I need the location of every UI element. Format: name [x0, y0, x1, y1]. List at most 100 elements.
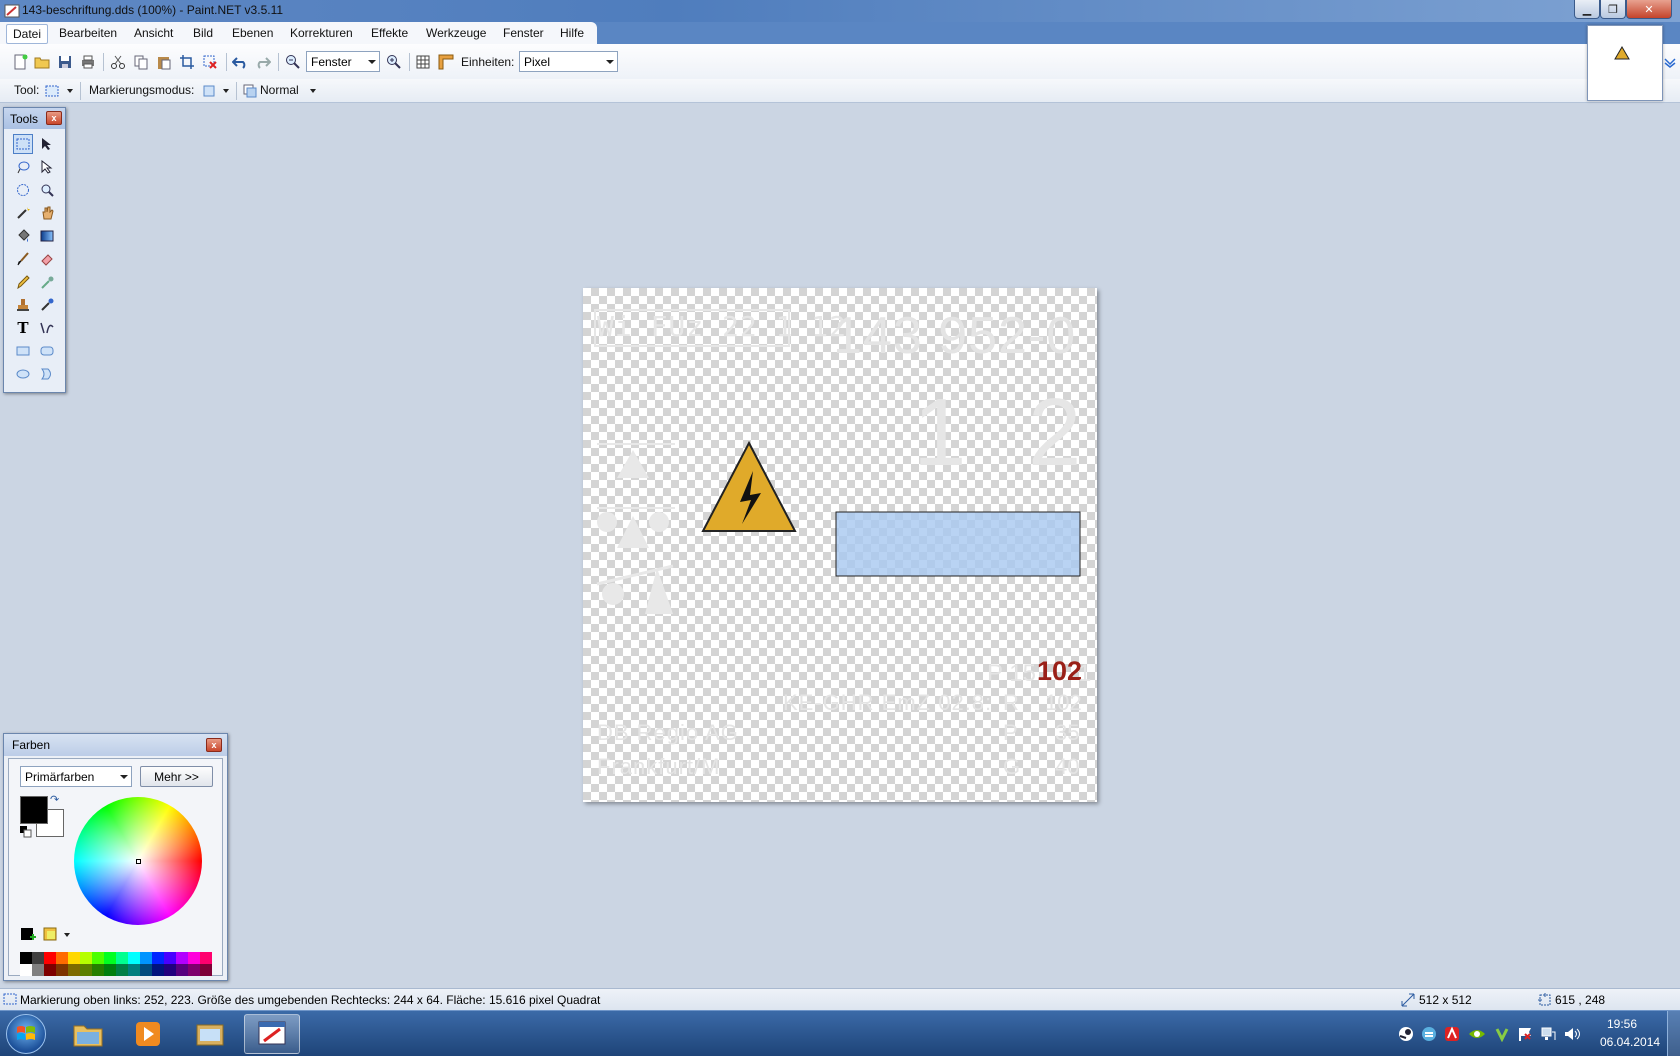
menu-bild[interactable]: Bild [193, 26, 213, 40]
minimize-button[interactable]: ▁ [1574, 0, 1600, 19]
copy-icon[interactable] [133, 54, 149, 70]
redo-icon[interactable] [255, 54, 271, 70]
color-wheel-cursor[interactable] [136, 859, 141, 864]
palette-swatch[interactable] [44, 964, 56, 976]
image-thumbnail[interactable] [1587, 25, 1663, 101]
tool-gradient[interactable] [37, 226, 57, 246]
cut-icon[interactable] [110, 54, 126, 70]
reset-colors-icon[interactable] [20, 826, 32, 838]
palette-swatch[interactable] [164, 964, 176, 976]
ruler-icon[interactable] [438, 54, 454, 70]
tool-rectangle[interactable] [13, 341, 33, 361]
clock-date[interactable]: 06.04.2014 [1600, 1035, 1660, 1049]
palette-menu-icon[interactable] [43, 927, 59, 943]
close-button[interactable]: ✕ [1626, 0, 1672, 19]
palette-swatch[interactable] [68, 952, 80, 964]
palette-swatch[interactable] [80, 964, 92, 976]
sync-tray-icon[interactable] [1421, 1026, 1437, 1042]
swap-colors-icon[interactable]: ↷ [50, 793, 59, 806]
taskbar-app[interactable] [182, 1014, 238, 1054]
add-palette-color-icon[interactable] [20, 927, 36, 943]
tools-close-button[interactable]: x [46, 111, 62, 125]
taskbar-explorer[interactable] [60, 1014, 116, 1054]
image-canvas[interactable]: Wi FUz 22 1 12 143 952-0 1 2 P 15 102 1 … [583, 288, 1097, 802]
palette-swatch[interactable] [44, 952, 56, 964]
palette-swatch[interactable] [188, 952, 200, 964]
tool-move-selected[interactable] [37, 134, 57, 154]
palette-swatch[interactable] [20, 952, 32, 964]
crop-icon[interactable] [179, 54, 195, 70]
palette-swatch[interactable] [56, 952, 68, 964]
tool-magic-wand[interactable] [13, 203, 33, 223]
palette-swatch[interactable] [92, 964, 104, 976]
chevron-down-icon[interactable] [67, 89, 73, 93]
palette-swatch[interactable] [200, 964, 212, 976]
palette-swatch[interactable] [80, 952, 92, 964]
zoom-in-icon[interactable] [386, 54, 402, 70]
palette-swatch[interactable] [20, 964, 32, 976]
palette-select[interactable]: Primärfarben [20, 766, 132, 787]
menu-ansicht[interactable]: Ansicht [134, 26, 173, 40]
tool-color-picker[interactable] [37, 272, 57, 292]
tool-paint-bucket[interactable] [13, 226, 33, 246]
taskbar-paint-net[interactable] [244, 1014, 300, 1054]
save-icon[interactable] [57, 54, 73, 70]
tool-freeform-shape[interactable] [37, 364, 57, 384]
menu-fenster[interactable]: Fenster [503, 26, 544, 40]
zoom-out-icon[interactable] [285, 54, 301, 70]
palette-swatch[interactable] [104, 964, 116, 976]
tool-lasso[interactable] [13, 157, 33, 177]
menu-hilfe[interactable]: Hilfe [560, 26, 584, 40]
chevron-down-icon[interactable] [64, 933, 70, 937]
network-tray-icon[interactable] [1540, 1026, 1556, 1042]
deselect-icon[interactable] [202, 54, 218, 70]
undo-icon[interactable] [232, 54, 248, 70]
palette-swatch[interactable] [164, 952, 176, 964]
palette-swatch[interactable] [200, 952, 212, 964]
tool-pan[interactable] [37, 203, 57, 223]
palette-swatch[interactable] [32, 964, 44, 976]
antivirus-tray-icon[interactable] [1444, 1026, 1460, 1042]
tool-ellipse[interactable] [13, 364, 33, 384]
grid-icon[interactable] [415, 54, 431, 70]
units-select[interactable]: Pixel [519, 51, 618, 72]
colors-close-button[interactable]: x [206, 738, 222, 752]
tool-move-selection[interactable] [37, 157, 57, 177]
tool-line-curve[interactable] [37, 318, 57, 338]
palette-swatch[interactable] [56, 964, 68, 976]
action-center-icon[interactable] [1517, 1026, 1533, 1042]
selection-mode-icon[interactable] [201, 83, 217, 99]
menu-ebenen[interactable]: Ebenen [232, 26, 273, 40]
taskbar-media-player[interactable] [120, 1014, 176, 1054]
nvidia-tray-icon[interactable] [1468, 1026, 1486, 1042]
rectangle-select-icon[interactable] [44, 83, 60, 99]
tool-zoom[interactable] [37, 180, 57, 200]
tool-rounded-rectangle[interactable] [37, 341, 57, 361]
blend-mode-icon[interactable] [242, 83, 258, 99]
palette-swatch[interactable] [140, 952, 152, 964]
selection-rectangle[interactable] [835, 511, 1081, 577]
palette-swatch[interactable] [92, 952, 104, 964]
palette-swatch[interactable] [188, 964, 200, 976]
palette-swatch[interactable] [128, 964, 140, 976]
palette-swatch[interactable] [176, 952, 188, 964]
chevron-down-icon[interactable] [310, 89, 316, 93]
tool-ellipse-select[interactable] [13, 180, 33, 200]
show-desktop-button[interactable] [1667, 1011, 1680, 1056]
updater-tray-icon[interactable] [1494, 1026, 1510, 1042]
palette-swatch[interactable] [152, 964, 164, 976]
tool-clone-stamp[interactable] [13, 295, 33, 315]
blend-mode-value[interactable]: Normal [260, 83, 299, 97]
palette-swatch[interactable] [176, 964, 188, 976]
palette-swatch[interactable] [68, 964, 80, 976]
menu-bearbeiten[interactable]: Bearbeiten [59, 26, 117, 40]
palette-swatch[interactable] [104, 952, 116, 964]
menu-effekte[interactable]: Effekte [371, 26, 408, 40]
palette-swatch[interactable] [140, 964, 152, 976]
start-button[interactable] [6, 1014, 46, 1054]
tool-text[interactable]: T [13, 318, 33, 338]
thumbnail-expand-icon[interactable] [1664, 58, 1676, 68]
clock-time[interactable]: 19:56 [1607, 1017, 1637, 1031]
palette-swatch[interactable] [152, 952, 164, 964]
primary-color-swatch[interactable] [20, 796, 48, 824]
